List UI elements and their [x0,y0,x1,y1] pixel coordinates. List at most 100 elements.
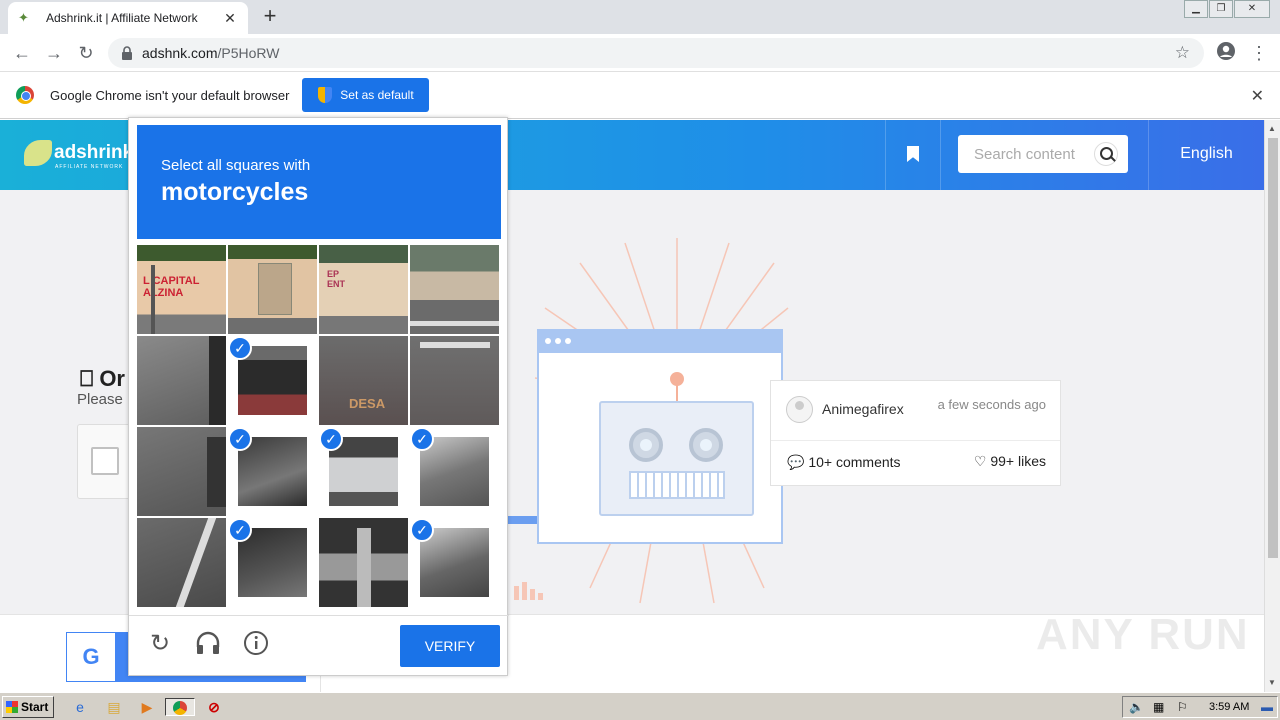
verify-button[interactable]: VERIFY [400,625,500,667]
bookmark-button[interactable] [885,120,941,190]
challenge-tile-7[interactable]: DESA [319,336,408,425]
profile-icon[interactable] [1214,41,1238,65]
challenge-tile-3[interactable]: EP ENT [319,245,408,334]
chrome-logo-icon [16,86,34,104]
set-default-button[interactable]: Set as default [302,78,430,112]
robot-icon [599,401,754,516]
minimize-button[interactable]: ▁ [1184,0,1208,18]
tab-title: Adshrink.it | Affiliate Network [46,11,198,25]
menu-icon[interactable]: ⋮ [1247,41,1271,65]
lock-icon [122,46,132,60]
windows-flag-icon [6,701,18,713]
bird-logo-icon [24,140,52,166]
maximize-button[interactable]: ❐ [1209,0,1233,18]
comments-count[interactable]: 💬 10+ comments [787,454,901,471]
challenge-target: motorcycles [161,178,309,206]
address-bar[interactable]: adshnk.com/P5HoRW ☆ [108,38,1204,68]
post-username[interactable]: Animegafirex [822,401,904,417]
ie-icon[interactable]: e [70,698,90,716]
challenge-header: Select all squares with motorcycles [137,125,501,239]
info-icon[interactable] [242,630,270,658]
chrome-taskbar-icon[interactable] [165,698,195,716]
challenge-instruction: Select all squares with [161,157,311,174]
challenge-tile-11[interactable]: ✓ [319,427,408,516]
google-logo-icon: G [67,633,115,681]
reload-challenge-icon[interactable]: ↻ [146,630,174,658]
tile-selected-check-icon: ✓ [228,427,252,451]
clock: 3:59 AM [1209,701,1250,713]
post-card: Animegafirex a few seconds ago 💬 10+ com… [770,380,1061,486]
search-input[interactable]: Search content [958,135,1128,173]
site-favicon-icon: ✦ [18,10,29,25]
challenge-tile-14[interactable]: ✓ [228,518,317,607]
challenge-tile-9[interactable] [137,427,226,516]
tile-selected-check-icon: ✓ [410,427,434,451]
recaptcha-checkbox[interactable] [91,447,119,475]
comment-icon: 💬 [787,454,805,470]
show-desktop-icon[interactable]: ▬ [1261,700,1273,714]
tile-selected-check-icon: ✓ [228,336,252,360]
mini-bar-chart-icon [514,582,543,600]
challenge-tile-8[interactable] [410,336,499,425]
challenge-grid: L CAPITAL ALZINA EP ENT ✓ DESA ✓ ✓ ✓ ✓ ✓ [137,245,499,607]
tile-selected-check-icon: ✓ [228,518,252,542]
challenge-tile-5[interactable] [137,336,226,425]
system-tray: 🔈 ▦ ⚐ 3:59 AM ▬ [1122,696,1278,718]
url-host: adshnk.com [142,45,218,61]
robot-antenna [670,372,684,386]
challenge-tile-16[interactable]: ✓ [410,518,499,607]
search-placeholder: Search content [974,145,1075,163]
tile-selected-check-icon: ✓ [410,518,434,542]
headphones-icon[interactable] [194,630,222,658]
avatar [786,396,813,423]
close-window-button[interactable]: ✕ [1234,0,1270,18]
default-browser-infobar: Google Chrome isn't your default browser… [0,72,1280,119]
browser-tab[interactable]: ✦ Adshrink.it | Affiliate Network ✕ [8,2,248,34]
challenge-tile-1[interactable]: L CAPITAL ALZINA [137,245,226,334]
tab-close-icon[interactable]: ✕ [222,10,238,27]
captcha-heading: ⎕ Or [80,366,125,391]
captcha-subtext: Please [77,391,123,408]
bookmark-icon [907,146,919,162]
scroll-down-icon[interactable]: ▼ [1268,678,1276,687]
flag-icon[interactable]: ⚐ [1177,700,1188,714]
new-tab-button[interactable]: + [258,4,282,28]
forward-icon[interactable]: → [42,41,66,65]
network-icon[interactable]: ▦ [1153,700,1164,714]
tab-strip: ✦ Adshrink.it | Affiliate Network ✕ + ▁ … [0,0,1280,34]
volume-icon[interactable]: 🔈 [1129,700,1144,714]
heart-icon: ♡ [973,453,987,469]
page-scrollbar[interactable]: ▲ ▼ [1264,120,1280,692]
challenge-tile-15[interactable] [319,518,408,607]
recaptcha-challenge: Select all squares with motorcycles L CA… [128,117,509,677]
bookmark-star-icon[interactable]: ☆ [1175,43,1190,63]
browser-toolbar: ← → ↻ adshnk.com/P5HoRW ☆ ⋮ [0,34,1280,72]
challenge-footer: ↻ VERIFY [129,615,509,677]
challenge-tile-4[interactable] [410,245,499,334]
infobar-text: Google Chrome isn't your default browser [50,87,290,103]
media-player-icon[interactable]: ▶ [137,698,157,716]
start-button[interactable]: Start [2,696,54,718]
search-icon[interactable] [1094,142,1118,166]
watermark: ANY RUN [1036,610,1250,659]
url-path: /P5HoRW [217,45,280,61]
back-icon[interactable]: ← [10,41,34,65]
infobar-close-icon[interactable]: ✕ [1251,86,1264,106]
challenge-tile-12[interactable]: ✓ [410,427,499,516]
challenge-tile-10[interactable]: ✓ [228,427,317,516]
windows-taskbar: Start e ▤ ▶ ⊘ 🔈 ▦ ⚐ 3:59 AM ▬ [0,692,1280,720]
folder-icon[interactable]: ▤ [104,698,124,716]
challenge-tile-2[interactable] [228,245,317,334]
language-selector[interactable]: English [1148,120,1264,190]
challenge-tile-13[interactable] [137,518,226,607]
reload-icon[interactable]: ↻ [74,41,98,65]
scroll-up-icon[interactable]: ▲ [1268,124,1276,133]
stop-icon[interactable]: ⊘ [204,698,224,716]
likes-count[interactable]: ♡ 99+ likes [974,453,1046,470]
shield-icon [318,87,333,103]
challenge-tile-6[interactable]: ✓ [228,336,317,425]
set-default-label: Set as default [340,88,414,102]
post-time: a few seconds ago [937,397,1046,412]
tile-selected-check-icon: ✓ [319,427,343,451]
scroll-thumb[interactable] [1268,138,1278,558]
